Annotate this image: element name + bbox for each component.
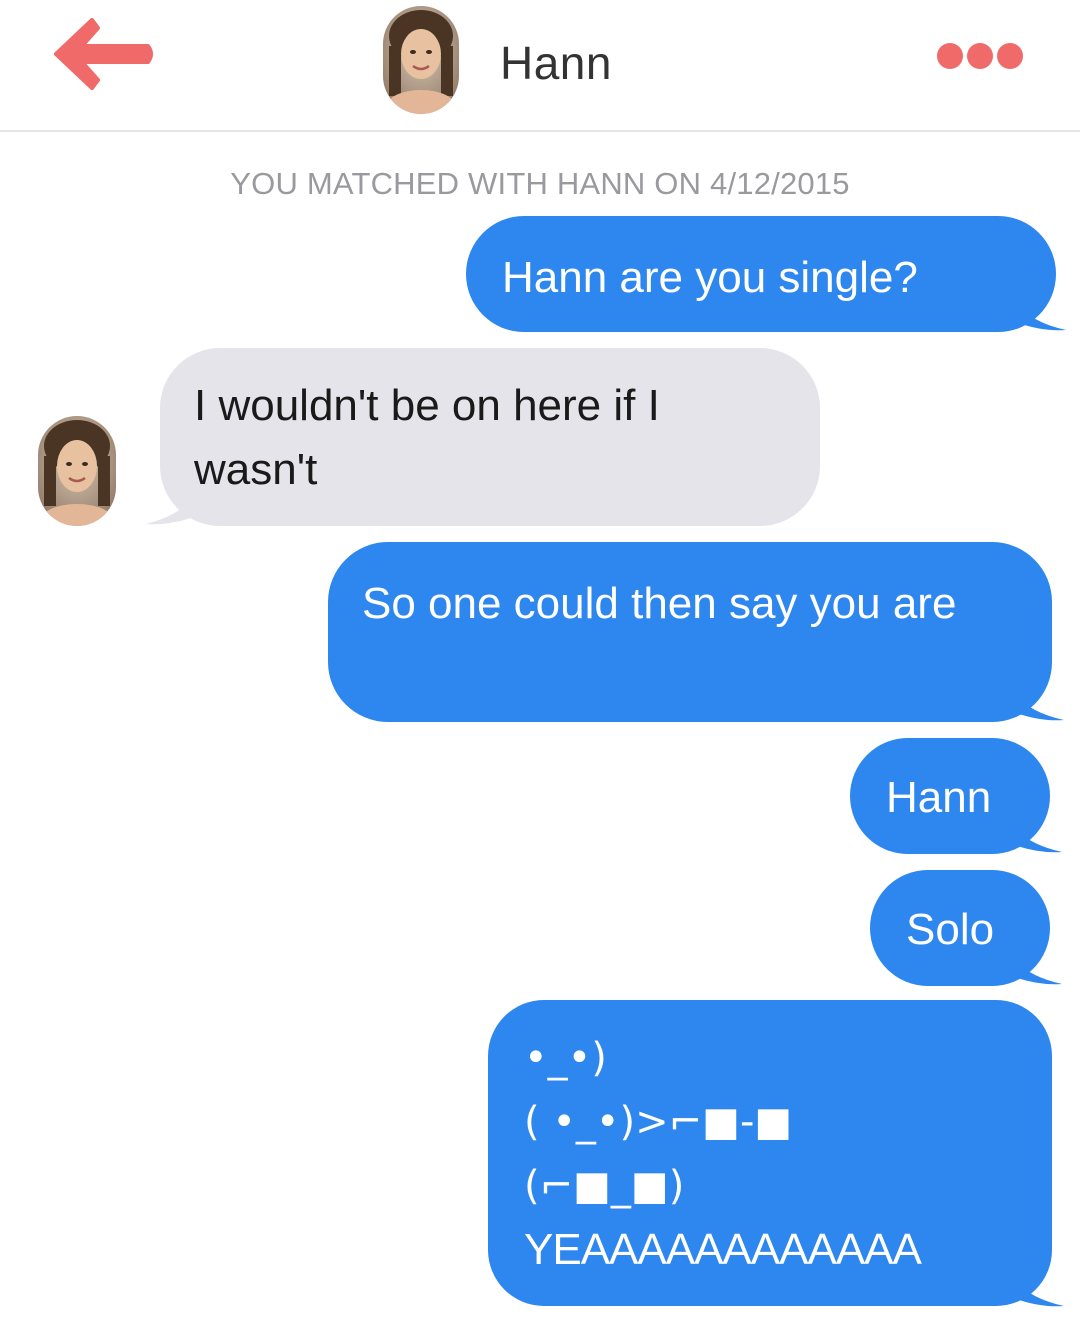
sender-avatar[interactable]	[38, 416, 116, 526]
message-text-line: •_•)	[524, 1035, 607, 1081]
message-text-line: YEAAAAAAAAAAAA	[524, 1225, 922, 1274]
message-bubble-outgoing[interactable]: So one could then say you are	[328, 542, 1052, 722]
message-text: Hann	[886, 773, 992, 822]
chat-header: Hann	[0, 0, 1080, 132]
message-bubble-incoming[interactable]: I wouldn't be on here if I wasn't	[160, 348, 820, 526]
message-bubble-outgoing[interactable]: Hann are you single?	[466, 216, 1056, 332]
more-dots-icon	[937, 43, 1023, 69]
message-text: So one could then say you are	[362, 579, 957, 628]
message-text: Hann are you single?	[502, 253, 918, 302]
message-bubble-outgoing[interactable]: •_•) ( •_•)>⌐■-■ (⌐■_■) YEAAAAAAAAAAAA	[488, 1000, 1052, 1306]
more-options-button[interactable]	[930, 36, 1030, 76]
message-text-line: ( •_•)>⌐■-■	[524, 1099, 793, 1145]
message-text: I wouldn't be on here if I wasn't	[194, 381, 660, 494]
contact-avatar[interactable]	[383, 6, 459, 114]
message-text: Solo	[906, 905, 995, 954]
back-button[interactable]	[48, 14, 158, 94]
match-date-banner: YOU MATCHED WITH HANN ON 4/12/2015	[230, 166, 850, 201]
message-bubble-outgoing[interactable]: Hann	[850, 738, 1050, 854]
message-bubble-outgoing[interactable]: Solo	[870, 870, 1050, 986]
message-text-line: (⌐■_■)	[524, 1163, 685, 1209]
contact-name[interactable]: Hann	[500, 36, 612, 90]
back-arrow-icon	[54, 18, 153, 90]
